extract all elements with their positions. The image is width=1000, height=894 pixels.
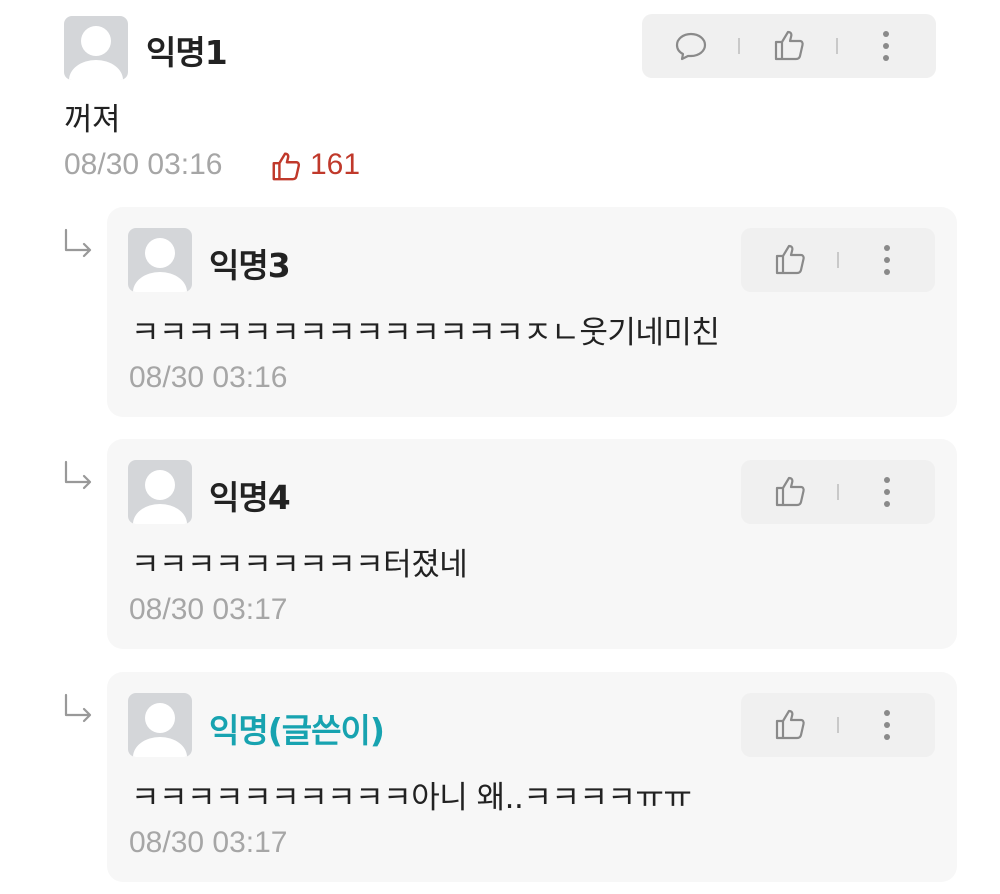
vertical-dots-icon[interactable] — [883, 244, 891, 276]
comment-timestamp: 08/30 03:16 — [64, 148, 223, 181]
reply-arrow-icon — [64, 228, 92, 258]
reply-text: ㅋㅋㅋㅋㅋㅋㅋㅋㅋ터졌네 — [131, 547, 468, 583]
reply-actions — [741, 460, 935, 524]
avatar — [128, 693, 192, 757]
action-separator — [837, 484, 839, 500]
avatar — [128, 228, 192, 292]
reply-timestamp: 08/30 03:17 — [129, 593, 288, 626]
reply-actions — [741, 228, 935, 292]
thumbs-up-icon — [272, 152, 301, 181]
action-separator — [837, 717, 839, 733]
thumbs-up-icon[interactable] — [773, 707, 807, 741]
thumbs-up-icon[interactable] — [773, 242, 807, 276]
reply-author: 익명4 — [209, 478, 291, 517]
reply-arrow-icon — [64, 693, 92, 723]
reply-timestamp: 08/30 03:17 — [129, 826, 288, 859]
action-separator — [836, 38, 838, 54]
reply-arrow-icon — [64, 460, 92, 490]
thumbs-up-icon[interactable] — [773, 474, 807, 508]
vertical-dots-icon[interactable] — [883, 476, 891, 508]
reply-author: 익명3 — [209, 246, 291, 285]
vertical-dots-icon[interactable] — [882, 30, 890, 62]
reply-text: ㅋㅋㅋㅋㅋㅋㅋㅋㅋㅋ아니 왜..ㅋㅋㅋㅋㅠㅠ — [131, 780, 692, 816]
comment-text: 꺼져 — [64, 102, 121, 138]
avatar — [64, 16, 128, 80]
reply-actions — [741, 693, 935, 757]
reply-text: ㅋㅋㅋㅋㅋㅋㅋㅋㅋㅋㅋㅋㅋㅋㅈㄴ웃기네미친 — [131, 315, 720, 351]
reply-card: 익명(글쓴이) ㅋㅋㅋㅋㅋㅋㅋㅋㅋㅋ아니 왜..ㅋㅋㅋㅋㅠㅠ 08/30 03:… — [107, 672, 957, 882]
comment-actions — [642, 14, 936, 78]
reply-card: 익명4 ㅋㅋㅋㅋㅋㅋㅋㅋㅋ터졌네 08/30 03:17 — [107, 439, 957, 649]
reply-timestamp: 08/30 03:16 — [129, 361, 288, 394]
avatar — [128, 460, 192, 524]
thumbs-up-icon[interactable] — [772, 28, 806, 62]
like-count: 161 — [310, 148, 361, 181]
action-separator — [738, 38, 740, 54]
comment-author: 익명1 — [146, 33, 228, 72]
vertical-dots-icon[interactable] — [883, 709, 891, 741]
reply-author-op: 익명(글쓴이) — [209, 711, 385, 750]
speech-bubble-icon[interactable] — [674, 30, 708, 62]
action-separator — [837, 252, 839, 268]
reply-card: 익명3 ㅋㅋㅋㅋㅋㅋㅋㅋㅋㅋㅋㅋㅋㅋㅈㄴ웃기네미친 08/30 03:16 — [107, 207, 957, 417]
